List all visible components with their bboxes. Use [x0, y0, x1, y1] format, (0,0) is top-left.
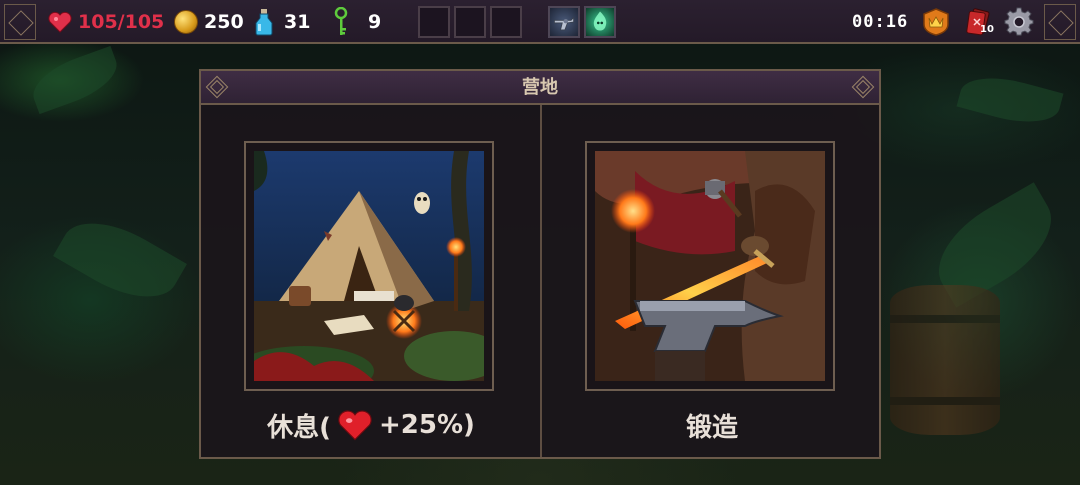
potion-value: 31	[284, 11, 311, 33]
camp-panel: 营地 休息(+25%) 锻造	[199, 69, 881, 459]
key-icon	[334, 7, 348, 35]
forge-label: 锻造	[542, 405, 882, 445]
rest-label: 休息( +25%)	[201, 405, 541, 445]
rest-artwork-frame	[244, 141, 494, 391]
empty-item-slot[interactable]	[418, 6, 450, 38]
run-timer: 00:16	[852, 12, 909, 32]
gold-coin-icon	[174, 10, 198, 34]
potion-stat: 31	[254, 0, 310, 44]
deck-count: 10	[980, 24, 994, 35]
key-value: 9	[368, 11, 382, 33]
health-stat: 105/105	[48, 0, 164, 44]
crown-badge-icon[interactable]	[921, 7, 951, 37]
heart-icon	[338, 410, 372, 441]
potion-icon	[255, 9, 273, 36]
gold-value: 250	[204, 11, 244, 33]
rest-label-text: 休息(	[267, 412, 331, 443]
gear-icon[interactable]	[1004, 7, 1034, 37]
top-hud-bar: 105/105 250 31 9 00:16 10	[0, 0, 1080, 44]
key-stat: 9	[334, 0, 381, 44]
empty-item-slot[interactable]	[490, 6, 522, 38]
background-leaf	[25, 45, 125, 115]
camp-title: 营地	[522, 77, 558, 98]
hud-corner-ornament	[4, 4, 36, 40]
camp-panel-header: 营地	[201, 71, 879, 105]
blacksmith-illustration	[595, 151, 825, 381]
heart-icon	[48, 11, 72, 33]
rest-heal-amount: +25%)	[378, 410, 475, 440]
background-leaf	[956, 67, 1064, 133]
revolver-relic-icon[interactable]	[548, 6, 580, 38]
rest-option[interactable]: 休息( +25%)	[201, 105, 541, 457]
health-value: 105/105	[78, 11, 165, 33]
gold-stat: 250	[174, 0, 244, 44]
hud-corner-ornament	[1044, 4, 1076, 40]
forge-artwork-frame	[585, 141, 835, 391]
empty-item-slot[interactable]	[454, 6, 486, 38]
background-barrel	[890, 285, 1000, 435]
background-leaf	[53, 204, 187, 316]
campsite-illustration	[254, 151, 484, 381]
ghost-flame-relic-icon[interactable]	[584, 6, 616, 38]
forge-option[interactable]: 锻造	[542, 105, 882, 457]
forge-label-text: 锻造	[685, 412, 738, 443]
